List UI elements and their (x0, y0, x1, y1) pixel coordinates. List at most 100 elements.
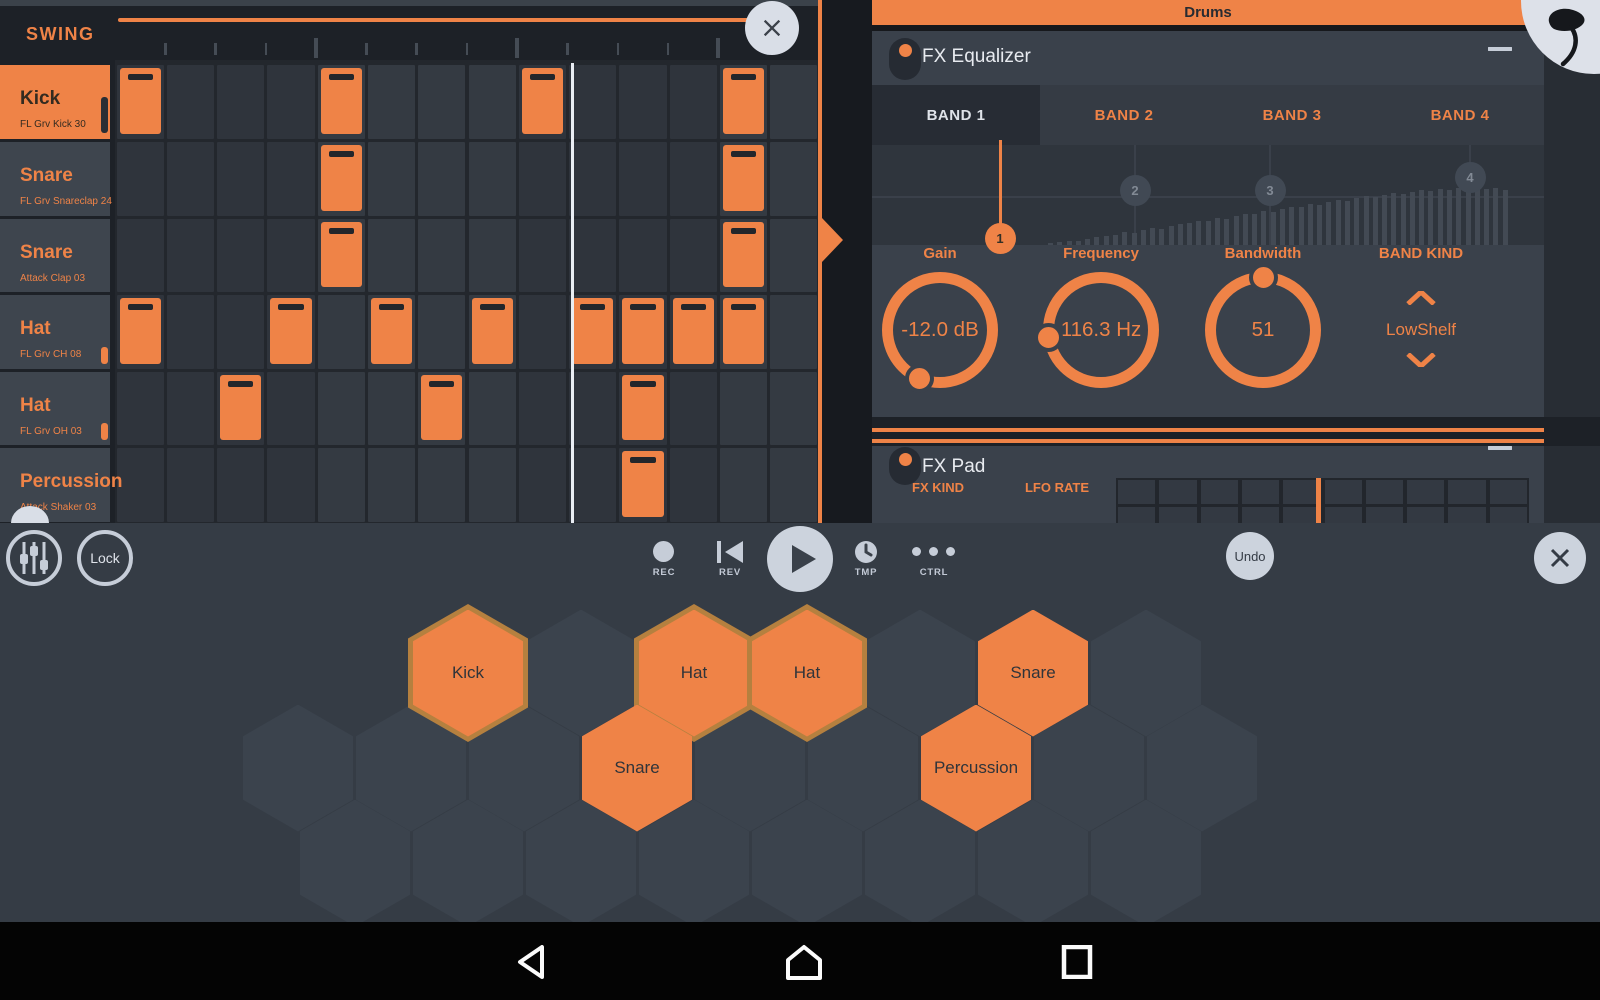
fx-pad-cell[interactable] (1242, 507, 1279, 523)
ctrl-dot-icon[interactable] (946, 547, 955, 556)
fx-pad-cell[interactable] (1118, 480, 1155, 504)
eq-band-node-4[interactable]: 4 (1455, 162, 1486, 193)
track-sample-name: FL Grv Kick 30 (20, 119, 86, 130)
lock-button[interactable]: Lock (77, 530, 133, 586)
track-name: Kick (20, 88, 60, 110)
spectrum-bar (1326, 202, 1331, 245)
note-step-3[interactable] (270, 298, 311, 364)
note-step-10[interactable] (622, 298, 663, 364)
note-step-4[interactable] (321, 145, 362, 211)
mixer-button[interactable] (6, 530, 62, 586)
tab-band-2[interactable]: BAND 2 (1040, 85, 1208, 145)
close-icon (761, 17, 783, 39)
fx-pad-cell[interactable] (1407, 507, 1444, 523)
fx-pad-cell[interactable] (1283, 507, 1320, 523)
note-step-4[interactable] (321, 68, 362, 134)
play-button[interactable] (767, 526, 833, 592)
note-step-10[interactable] (622, 451, 663, 517)
fx-pad-cell[interactable] (1325, 507, 1362, 523)
note-step-4[interactable] (321, 222, 362, 287)
spectrum-bar (1447, 190, 1452, 245)
fx-pad-cell[interactable] (1407, 480, 1444, 504)
spectrum-bar (1391, 193, 1396, 245)
spectrum-bar (1261, 211, 1266, 245)
fx-channel-panel: Drums FX Equalizer BAND 1BAND 2BAND 3BAN… (872, 0, 1600, 523)
eq-band-node-3[interactable]: 3 (1255, 175, 1286, 206)
fx-pad-cell[interactable] (1448, 507, 1485, 523)
note-step-7[interactable] (472, 298, 513, 364)
track-name: Snare (20, 242, 73, 264)
rewind-icon[interactable] (717, 541, 743, 563)
fx-pad-cell[interactable] (1366, 507, 1403, 523)
track-level-bar (101, 423, 108, 440)
tab-band-3[interactable]: BAND 3 (1208, 85, 1376, 145)
nav-home-icon[interactable] (784, 944, 824, 980)
note-step-9[interactable] (572, 298, 613, 364)
fx-pad-cell[interactable] (1242, 480, 1279, 504)
track-sample-name: Attack Clap 03 (20, 273, 85, 284)
note-step-8[interactable] (522, 68, 563, 134)
note-step-0[interactable] (120, 298, 161, 364)
track-header-snare-2[interactable]: Snare Attack Clap 03 (0, 219, 110, 292)
track-header-kick-0[interactable]: Kick FL Grv Kick 30 (0, 65, 110, 139)
lfo-rate-label[interactable]: LFO RATE (987, 480, 1127, 495)
note-step-11[interactable] (673, 298, 714, 364)
ctrl-label: CTRL (899, 567, 969, 578)
fx-pad-cell[interactable] (1325, 480, 1362, 504)
note-step-12[interactable] (723, 68, 764, 134)
panel-pull-tab-arrow-icon[interactable] (822, 218, 843, 262)
track-header-hat-3[interactable]: HatFL Grv CH 08 (0, 295, 110, 369)
fx-pad-cell[interactable] (1366, 480, 1403, 504)
spectrum-bar (1401, 194, 1406, 245)
nav-back-icon[interactable] (514, 945, 548, 979)
track-header-hat-4[interactable]: HatFL Grv OH 03 (0, 372, 110, 445)
band-kind-value[interactable]: LowShelf (1341, 320, 1501, 340)
spectrum-bar (1224, 219, 1229, 245)
note-step-5[interactable] (371, 298, 412, 364)
track-name: Percussion (20, 471, 122, 493)
fx-pad-cell[interactable] (1201, 507, 1238, 523)
nav-recents-icon[interactable] (1061, 945, 1093, 979)
spectrum-bar (1484, 189, 1489, 245)
note-step-10[interactable] (622, 375, 663, 440)
record-icon[interactable] (653, 541, 674, 562)
band-kind-down-icon[interactable] (1406, 353, 1436, 367)
fx-pad-grid[interactable] (1116, 478, 1529, 523)
fx-pad-cell[interactable] (1490, 480, 1527, 504)
fx-equalizer-enable-toggle[interactable] (889, 38, 921, 80)
note-step-0[interactable] (120, 68, 161, 134)
channel-title-bar[interactable]: Drums (872, 0, 1600, 25)
tab-band-1[interactable]: BAND 1 (872, 85, 1040, 145)
fx-pad-cell[interactable] (1448, 480, 1485, 504)
channel-title: Drums (872, 4, 1544, 21)
spectrum-bar (1364, 196, 1369, 245)
fx-pad-cell[interactable] (1490, 507, 1527, 523)
note-step-12[interactable] (723, 145, 764, 211)
fx-pad-cell[interactable] (1118, 507, 1155, 523)
fx-pad-cell[interactable] (1159, 507, 1196, 523)
tab-band-4[interactable]: BAND 4 (1376, 85, 1544, 145)
fl-fruit-logo-icon (1541, 4, 1600, 70)
fx-pad-cell[interactable] (1283, 480, 1320, 504)
equalizer-visualization[interactable] (872, 145, 1544, 245)
fx-pad-cell[interactable] (1201, 480, 1238, 504)
note-step-12[interactable] (723, 298, 764, 364)
tempo-clock-icon[interactable] (854, 540, 878, 564)
note-step-6[interactable] (421, 375, 462, 440)
spectrum-bar (1169, 226, 1174, 245)
sequencer-close-button[interactable] (745, 1, 799, 55)
eq-band-node-2[interactable]: 2 (1120, 175, 1151, 206)
note-step-2[interactable] (220, 375, 261, 440)
undo-button[interactable]: Undo (1226, 532, 1274, 580)
band-kind-up-icon[interactable] (1406, 291, 1436, 305)
track-sample-name: FL Grv CH 08 (20, 349, 81, 360)
spectrum-bar (1493, 188, 1498, 245)
spectrum-bar (1234, 216, 1239, 245)
ctrl-dot-icon[interactable] (912, 547, 921, 556)
fx-pad-cell[interactable] (1159, 480, 1196, 504)
overlay-close-button[interactable] (1534, 532, 1586, 584)
ctrl-dot-icon[interactable] (929, 547, 938, 556)
spectrum-bar (1178, 224, 1183, 245)
note-step-12[interactable] (723, 222, 764, 287)
track-header-snare-1[interactable]: SnareFL Grv Snareclap 24 (0, 142, 110, 216)
